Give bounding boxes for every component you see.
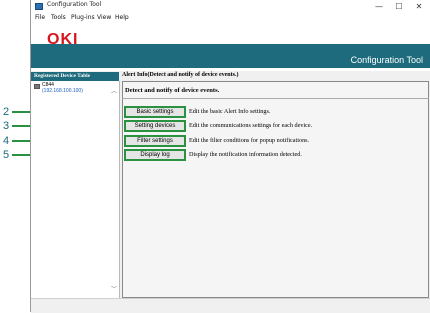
callout-number-5: 5 — [2, 149, 10, 161]
close-button[interactable]: ✕ — [409, 0, 429, 13]
status-bar — [31, 298, 430, 313]
device-table — [31, 81, 120, 298]
device-table-title: Registered Device Table — [34, 73, 91, 79]
banner-top — [31, 24, 430, 44]
divider — [122, 98, 429, 99]
banner-strip — [31, 68, 430, 71]
display-log-button[interactable]: Display log — [124, 149, 186, 161]
filter-settings-description: Edit the filter conditions for popup not… — [189, 137, 310, 144]
callout-number-4: 4 — [2, 135, 10, 147]
basic-settings-button[interactable]: Basic settings — [124, 106, 186, 118]
callout-number-2: 2 — [2, 106, 10, 118]
setting-devices-button[interactable]: Setting devices — [124, 120, 186, 132]
setting-devices-description: Edit the communications settings for eac… — [189, 122, 313, 129]
scroll-down-icon[interactable]: ﹀ — [111, 284, 117, 293]
banner-app-name: Configuration Tool — [350, 55, 423, 65]
callout-number-3: 3 — [2, 120, 10, 132]
menu-view[interactable]: View — [97, 14, 111, 21]
device-ip[interactable]: (192.168.100.100) — [42, 88, 83, 94]
filter-settings-button[interactable]: Filter settings — [124, 135, 186, 147]
app-icon — [35, 3, 43, 10]
menu-tools[interactable]: Tools — [51, 14, 66, 21]
menu-help[interactable]: Help — [115, 14, 129, 21]
scroll-up-icon[interactable]: ︿ — [111, 86, 117, 95]
content-title: Detect and notify of device events. — [125, 87, 220, 94]
section-header: Alert Info(Detect and notify of device e… — [122, 72, 239, 78]
app-window: Configuration Tool — ☐ ✕ File Tools Plug… — [30, 0, 430, 313]
window-title: Configuration Tool — [47, 1, 102, 8]
minimize-button[interactable]: — — [369, 0, 389, 13]
display-log-description: Display the notification information det… — [189, 151, 302, 158]
printer-icon — [34, 84, 40, 89]
menu-plugins[interactable]: Plug-ins — [71, 14, 95, 21]
menu-file[interactable]: File — [35, 14, 45, 21]
maximize-button[interactable]: ☐ — [389, 0, 409, 13]
basic-settings-description: Edit the basic Alert Info settings. — [189, 108, 271, 115]
